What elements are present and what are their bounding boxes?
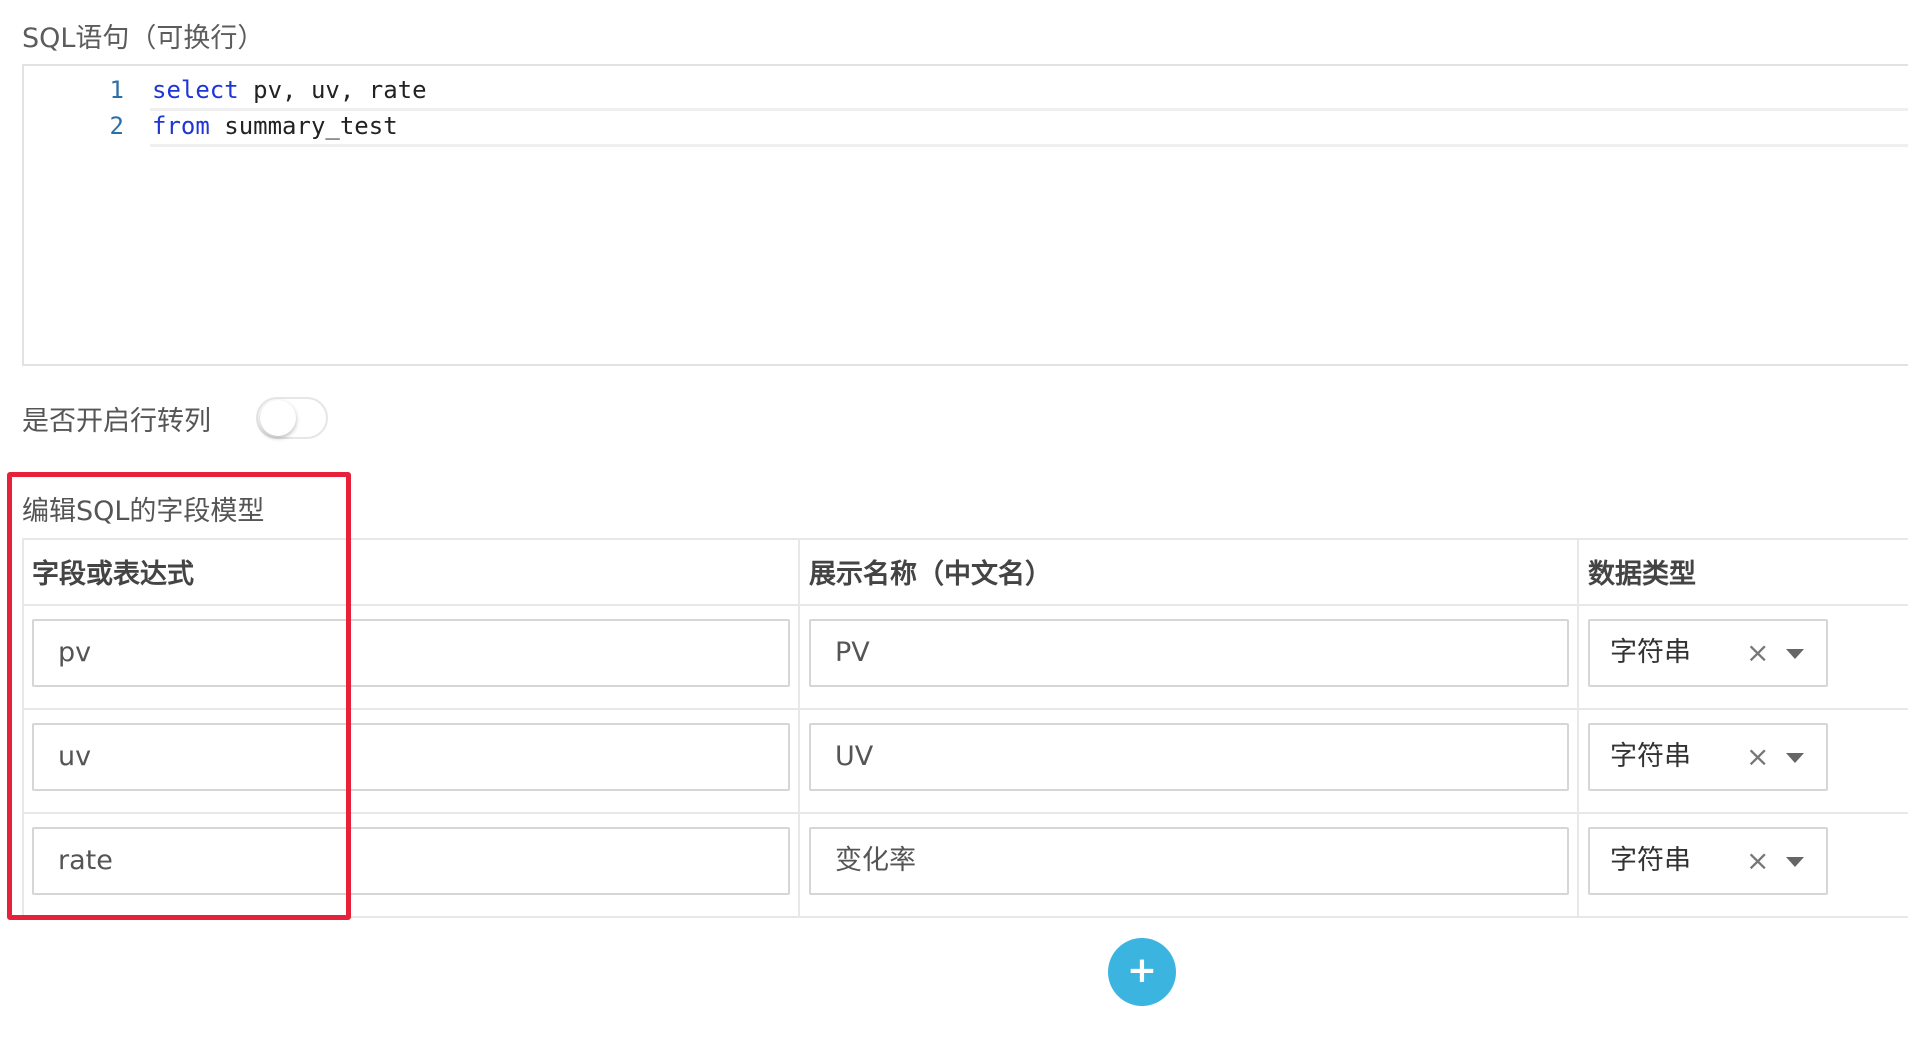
table-divider bbox=[22, 812, 1908, 814]
row-to-column-toggle-label: 是否开启行转列 bbox=[22, 406, 211, 437]
column-header-data-type: 数据类型 bbox=[1588, 559, 1696, 590]
display-name-input[interactable]: PV bbox=[809, 619, 1569, 687]
data-type-value: 字符串 bbox=[1610, 845, 1691, 876]
table-divider bbox=[1577, 538, 1579, 918]
field-input[interactable]: uv bbox=[32, 723, 790, 791]
sql-text: pv, uv, rate bbox=[238, 76, 427, 104]
line-number: 2 bbox=[109, 112, 124, 140]
code-text[interactable]: select pv, uv, rate bbox=[150, 72, 1908, 111]
display-name-input[interactable]: 变化率 bbox=[809, 827, 1569, 895]
line-number: 1 bbox=[109, 76, 124, 104]
field-model-label: 编辑SQL的字段模型 bbox=[22, 496, 265, 527]
field-input[interactable]: pv bbox=[32, 619, 790, 687]
data-type-value: 字符串 bbox=[1610, 637, 1691, 668]
add-row-button[interactable]: + bbox=[1108, 938, 1176, 1006]
table-divider bbox=[22, 916, 1908, 918]
code-line-1[interactable]: 1 select pv, uv, rate bbox=[24, 72, 1908, 111]
column-header-display-name: 展示名称（中文名） bbox=[809, 559, 1052, 590]
code-line-2[interactable]: 2 from summary_test bbox=[24, 108, 1908, 147]
sql-code-editor[interactable]: 1 select pv, uv, rate 2 from summary_tes… bbox=[22, 64, 1908, 366]
column-header-field: 字段或表达式 bbox=[32, 559, 194, 590]
data-type-select[interactable]: 字符串 × bbox=[1588, 619, 1828, 687]
table-divider bbox=[798, 538, 800, 918]
display-name-input[interactable]: UV bbox=[809, 723, 1569, 791]
sql-text: summary_test bbox=[209, 112, 398, 140]
sql-keyword: from bbox=[152, 112, 210, 140]
table-divider bbox=[22, 538, 24, 918]
code-text[interactable]: from summary_test bbox=[150, 108, 1908, 147]
table-divider bbox=[22, 604, 1908, 606]
data-type-select[interactable]: 字符串 × bbox=[1588, 723, 1828, 791]
table-divider bbox=[22, 538, 1908, 540]
clear-icon[interactable]: × bbox=[1746, 829, 1769, 893]
data-type-select[interactable]: 字符串 × bbox=[1588, 827, 1828, 895]
data-type-value: 字符串 bbox=[1610, 741, 1691, 772]
sql-model-editor-page: SQL语句（可换行） 1 select pv, uv, rate 2 from … bbox=[0, 0, 1908, 1038]
table-divider bbox=[22, 708, 1908, 710]
clear-icon[interactable]: × bbox=[1746, 725, 1769, 789]
sql-label: SQL语句（可换行） bbox=[22, 23, 265, 54]
field-input[interactable]: rate bbox=[32, 827, 790, 895]
chevron-down-icon[interactable] bbox=[1786, 753, 1804, 763]
sql-keyword: select bbox=[152, 76, 239, 104]
row-to-column-toggle[interactable] bbox=[256, 397, 328, 439]
field-model-table: 字段或表达式 展示名称（中文名） 数据类型 pv PV 字符串 × uv UV … bbox=[22, 538, 1908, 918]
toggle-knob[interactable] bbox=[260, 400, 296, 436]
chevron-down-icon[interactable] bbox=[1786, 649, 1804, 659]
chevron-down-icon[interactable] bbox=[1786, 857, 1804, 867]
clear-icon[interactable]: × bbox=[1746, 621, 1769, 685]
plus-icon: + bbox=[1126, 950, 1158, 991]
